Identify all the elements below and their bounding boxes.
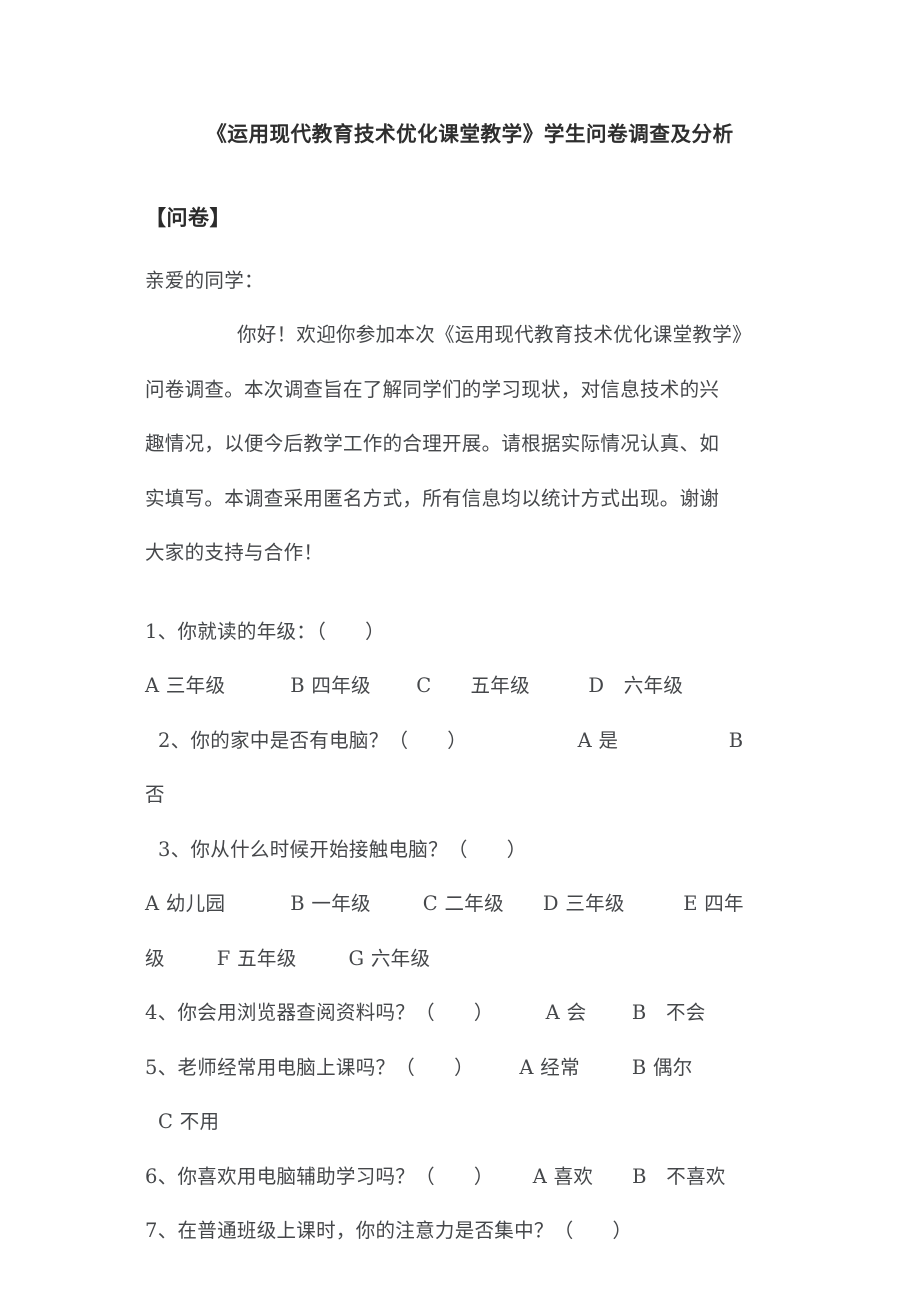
question-1-options: A 三年级 B 四年级 C 五年级 D 六年级 — [145, 674, 684, 698]
question-3-options-line-1: A 幼儿园 B 一年级 C 二年级 D 三年级 E 四年 — [145, 892, 744, 916]
intro-line-2: 问卷调查。本次调查旨在了解同学们的学习现状，对信息技术的兴 — [145, 377, 720, 401]
question-5-options: C 不用 — [145, 1110, 220, 1134]
intro-line-3: 趣情况，以便今后教学工作的合理开展。请根据实际情况认真、如 — [145, 432, 720, 456]
question-3-stem: 3、你从什么时候开始接触电脑？（ ） — [145, 837, 527, 861]
question-3-options-line-2: 级 F 五年级 G 六年级 — [145, 946, 431, 970]
question-5-stem: 5、老师经常用电脑上课吗？（ ） A 经常 B 偶尔 — [145, 1055, 693, 1079]
section-heading-questionnaire: 【问卷】 — [145, 205, 231, 230]
question-4-stem: 4、你会用浏览器查阅资料吗？（ ） A 会 B 不会 — [145, 1001, 706, 1025]
document-content: 《运用现代教育技术优化课堂教学》学生问卷调查及分析 【问卷】 亲爱的同学： 你好… — [145, 0, 795, 1259]
intro-line-4: 实填写。本调查采用匿名方式，所有信息均以统计方式出现。谢谢 — [145, 486, 720, 510]
question-2-options: 否 — [145, 783, 165, 807]
page-title: 《运用现代教育技术优化课堂教学》学生问卷调查及分析 — [206, 122, 734, 146]
question-7-stem: 7、在普通班级上课时，你的注意力是否集中？（ ） — [145, 1219, 633, 1243]
salutation: 亲爱的同学： — [145, 268, 264, 292]
document-page: 《运用现代教育技术优化课堂教学》学生问卷调查及分析 【问卷】 亲爱的同学： 你好… — [0, 0, 920, 1302]
intro-line-1: 你好！欢迎你参加本次《运用现代教育技术优化课堂教学》 — [237, 323, 752, 347]
question-1-stem: 1、你就读的年级：（ ） — [145, 619, 385, 643]
question-2-stem: 2、你的家中是否有电脑？（ ） A 是 B — [145, 728, 744, 752]
question-6-stem: 6、你喜欢用电脑辅助学习吗？（ ） A 喜欢 B 不喜欢 — [145, 1164, 726, 1188]
intro-line-5: 大家的支持与合作！ — [145, 541, 324, 565]
